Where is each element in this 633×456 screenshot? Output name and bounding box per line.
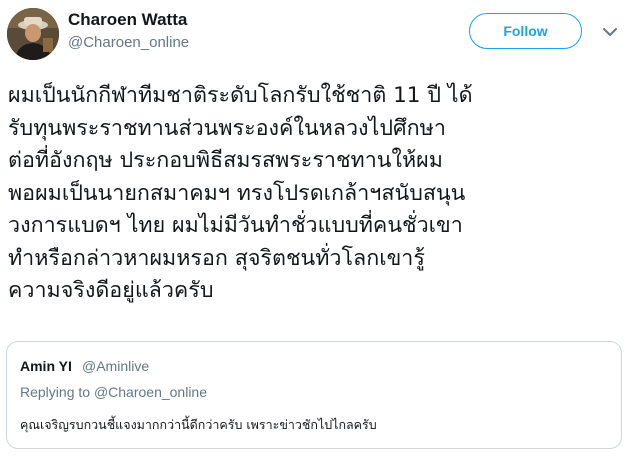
author-display-name[interactable]: Charoen Watta bbox=[68, 10, 187, 30]
tweet-text-line: วงการแบดฯ ไทย ผมไม่มีวันทำชั่วแบบที่คนชั… bbox=[8, 213, 463, 238]
replying-to-label: Replying to bbox=[20, 384, 91, 400]
quoted-author-handle[interactable]: @Aminlive bbox=[82, 358, 149, 374]
tweet-text-line: ความจริงดีอยู่แล้วครับ bbox=[8, 278, 214, 303]
tweet-text-line: ทำหรือกล่าวหาผมหรอก สุจริตชนทั่วโลกเขารู… bbox=[8, 245, 425, 271]
follow-button[interactable]: Follow bbox=[469, 13, 582, 49]
tweet-card: Charoen Watta @Charoen_online Follow ผมเ… bbox=[0, 0, 633, 456]
tweet-text-line: ผมเป็นนักกีฬาทีมชาติระดับโลกรับใช้ชาติ 1… bbox=[8, 83, 473, 108]
quoted-tweet[interactable]: Amin YI @Aminlive Replying to @Charoen_o… bbox=[6, 341, 622, 449]
tweet-text-line: ต่อที่อังกฤษ ประกอบพิธีสมรสพระราชทานให้ผ… bbox=[8, 148, 443, 173]
chevron-down-icon bbox=[603, 27, 617, 36]
quoted-replying-to: Replying to @Charoen_online bbox=[20, 384, 207, 400]
tweet-text-line: พอผมเป็นนายกสมาคมฯ ทรงโปรดเกล้าฯสนับสนุน bbox=[8, 180, 466, 206]
author-handle[interactable]: @Charoen_online bbox=[68, 34, 189, 51]
tweet-menu-button[interactable] bbox=[600, 22, 620, 42]
author-avatar[interactable] bbox=[7, 8, 59, 60]
tweet-text: ผมเป็นนักกีฬาทีมชาติระดับโลกรับใช้ชาติ 1… bbox=[8, 80, 626, 308]
tweet-text-line: รับทุนพระราชทานส่วนพระองค์ในหลวงไปศึกษา bbox=[8, 115, 446, 141]
user-avatar-photo-icon bbox=[7, 8, 59, 60]
quoted-tweet-text: คุณเจริญรบกวนชี้แจงมากกว่านี้ดีกว่าครับ … bbox=[20, 417, 377, 432]
replying-to-mention[interactable]: @Charoen_online bbox=[94, 384, 207, 400]
quoted-author-name[interactable]: Amin YI bbox=[20, 358, 72, 374]
